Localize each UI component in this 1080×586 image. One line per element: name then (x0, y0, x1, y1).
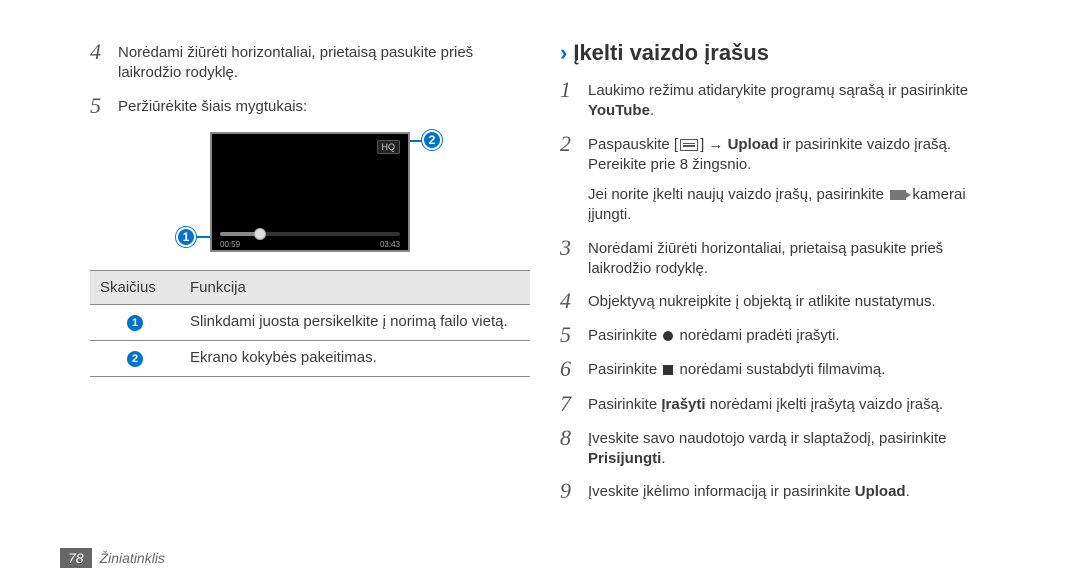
left-column: 4 Norėdami žiūrėti horizontaliai, prieta… (60, 40, 550, 586)
step-2-note: Jei norite įkelti naujų vaizdo įrašų, pa… (588, 185, 1000, 226)
step-text: Norėdami žiūrėti horizontaliai, prietais… (588, 236, 1000, 280)
table-row: 2 Ekrano kokybės pakeitimas. (90, 340, 530, 376)
table-header-function: Funkcija (180, 270, 530, 304)
step-text: Peržiūrėkite šiais mygtukais: (118, 94, 530, 118)
step-4-left: 4 Norėdami žiūrėti horizontaliai, prieta… (90, 40, 530, 84)
step-5-left: 5 Peržiūrėkite šiais mygtukais: (90, 94, 530, 118)
page-footer: 78 Žiniatinklis (60, 548, 165, 568)
callout-badge-1: 1 (176, 227, 196, 247)
step-text: Įveskite įkėlimo informaciją ir pasirink… (588, 479, 1000, 503)
step-number: 5 (560, 323, 588, 347)
table-row: 1 Slinkdami juosta persikelkite į norimą… (90, 304, 530, 340)
step-text: Objektyvą nukreipkite į objektą ir atlik… (588, 289, 1000, 313)
hq-badge: HQ (377, 140, 401, 154)
heading-arrow-icon: › (560, 40, 567, 66)
step-6: 6 Pasirinkite norėdami sustabdyti filmav… (560, 357, 1000, 381)
step-9: 9 Įveskite įkėlimo informaciją ir pasiri… (560, 479, 1000, 503)
step-number: 8 (560, 426, 588, 470)
step-text: Laukimo režimu atidarykite programų sąra… (588, 78, 1000, 122)
table-cell-desc: Ekrano kokybės pakeitimas. (180, 340, 530, 376)
step-1: 1 Laukimo režimu atidarykite programų są… (560, 78, 1000, 122)
step-number: 3 (560, 236, 588, 280)
step-number: 1 (560, 78, 588, 122)
step-number: 4 (90, 40, 118, 84)
section-name: Žiniatinklis (100, 550, 165, 566)
step-text: Pasirinkite Įrašyti norėdami įkelti įraš… (588, 392, 1000, 416)
progress-thumb (254, 228, 266, 240)
step-number: 5 (90, 94, 118, 118)
stop-icon (663, 365, 673, 375)
time-current: 00:59 (220, 240, 240, 249)
step-number: 9 (560, 479, 588, 503)
step-7: 7 Pasirinkite Įrašyti norėdami įkelti įr… (560, 392, 1000, 416)
record-icon (663, 331, 673, 341)
video-illustration: 2 1 HQ 00:59 03:43 (190, 132, 430, 252)
step-number: 7 (560, 392, 588, 416)
page-number: 78 (60, 548, 92, 568)
progress-bar (220, 232, 400, 236)
step-2: 2 Paspauskite [] → Upload ir pasirinkite… (560, 132, 1000, 176)
step-number: 2 (560, 132, 588, 176)
step-text: Įveskite savo naudotojo vardą ir slaptaž… (588, 426, 1000, 470)
step-number: 4 (560, 289, 588, 313)
function-table: Skaičius Funkcija 1 Slinkdami juosta per… (90, 270, 530, 377)
section-heading: › Įkelti vaizdo įrašus (560, 40, 1000, 66)
step-number: 6 (560, 357, 588, 381)
step-4: 4 Objektyvą nukreipkite į objektą ir atl… (560, 289, 1000, 313)
step-text: Paspauskite [] → Upload ir pasirinkite v… (588, 132, 1000, 176)
step-text: Pasirinkite norėdami sustabdyti filmavim… (588, 357, 1000, 381)
table-cell-desc: Slinkdami juosta persikelkite į norimą f… (180, 304, 530, 340)
callout-badge-2: 2 (422, 130, 442, 150)
video-player-mock: HQ 00:59 03:43 (210, 132, 410, 252)
step-text: Norėdami žiūrėti horizontaliai, prietais… (118, 40, 530, 84)
camera-icon (890, 190, 906, 200)
table-header-number: Skaičius (90, 270, 180, 304)
manual-page: 4 Norėdami žiūrėti horizontaliai, prieta… (0, 0, 1080, 586)
step-5: 5 Pasirinkite norėdami pradėti įrašyti. (560, 323, 1000, 347)
table-cell-badge: 1 (90, 304, 180, 340)
num-badge-1-icon: 1 (126, 314, 144, 332)
num-badge-2-icon: 2 (126, 350, 144, 368)
table-cell-badge: 2 (90, 340, 180, 376)
time-total: 03:43 (380, 240, 400, 249)
menu-icon (680, 139, 698, 151)
heading-text: Įkelti vaizdo įrašus (573, 40, 769, 66)
right-column: › Įkelti vaizdo įrašus 1 Laukimo režimu … (550, 40, 1020, 586)
step-text: Pasirinkite norėdami pradėti įrašyti. (588, 323, 1000, 347)
step-8: 8 Įveskite savo naudotojo vardą ir slapt… (560, 426, 1000, 470)
step-3: 3 Norėdami žiūrėti horizontaliai, prieta… (560, 236, 1000, 280)
